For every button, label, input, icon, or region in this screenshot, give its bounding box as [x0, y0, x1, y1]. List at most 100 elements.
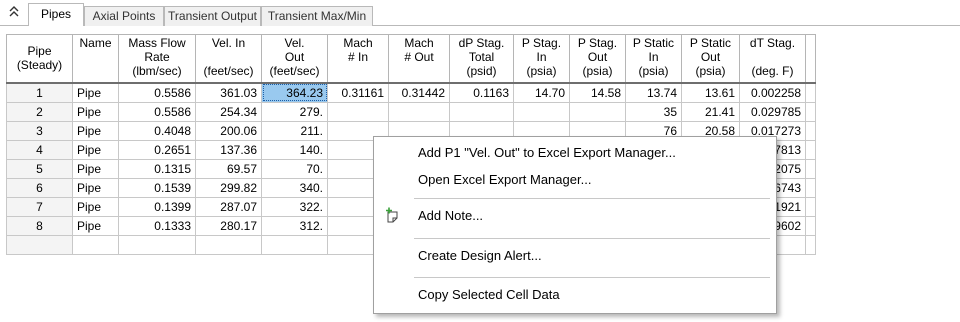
name-cell[interactable]: Pipe	[72, 120, 119, 141]
collapse-icon[interactable]	[6, 4, 22, 22]
row-number-cell[interactable]: 7	[6, 196, 73, 217]
table-cell[interactable]: 0.5586	[118, 82, 196, 103]
name-cell[interactable]: Pipe	[72, 101, 119, 122]
filler-cell	[805, 158, 816, 179]
row-number-cell[interactable]: 5	[6, 158, 73, 179]
column-header[interactable]: Name	[72, 34, 119, 84]
table-cell[interactable]: 70.	[261, 158, 328, 179]
row-number-cell[interactable]: 2	[6, 101, 73, 122]
header-row: Pipe (Steady) Name Mass Flow Rate (lbm/sec…	[6, 34, 816, 84]
table-cell[interactable]: 21.41	[681, 101, 740, 122]
table-cell[interactable]: 140.	[261, 139, 328, 160]
menu-separator	[414, 277, 770, 278]
table-cell[interactable]	[513, 101, 570, 122]
name-cell[interactable]: Pipe	[72, 139, 119, 160]
column-header[interactable]: dT Stag. (deg. F)	[739, 34, 806, 84]
row-number-cell[interactable]: 4	[6, 139, 73, 160]
menu-item-create-design-alert[interactable]: Create Design Alert...	[375, 243, 775, 269]
table-row[interactable]: 1 Pipe 0.5586 361.03 364.23 0.31161 0.31442 0.1…	[6, 82, 816, 103]
row-number-cell[interactable]: 8	[6, 215, 73, 236]
table-cell[interactable]: 287.07	[195, 196, 262, 217]
column-header[interactable]: Mach # In	[327, 34, 389, 84]
name-cell[interactable]: Pipe	[72, 158, 119, 179]
table-cell[interactable]: 361.03	[195, 82, 262, 103]
filler-cell	[805, 82, 816, 103]
row-number-cell[interactable]: 1	[6, 82, 73, 103]
filler-cell	[805, 101, 816, 122]
empty-cell	[195, 234, 262, 255]
table-cell[interactable]: 254.34	[195, 101, 262, 122]
menu-item-add-note[interactable]: Add Note...	[375, 203, 775, 229]
column-header[interactable]: Mach # Out	[388, 34, 450, 84]
column-header[interactable]: P Static In (psia)	[625, 34, 682, 84]
table-cell[interactable]: 69.57	[195, 158, 262, 179]
tab-pipes[interactable]: Pipes	[28, 3, 84, 26]
double-chevron-up-icon	[9, 6, 19, 17]
column-header[interactable]: P Stag. In (psia)	[513, 34, 570, 84]
menu-item-label: Add P1 "Vel. Out" to Excel Export Manage…	[418, 145, 676, 160]
column-header-filler	[805, 34, 816, 84]
table-cell[interactable]	[569, 101, 626, 122]
table-cell[interactable]: 0.31442	[388, 82, 450, 103]
column-header[interactable]: P Stag. Out (psia)	[569, 34, 626, 84]
menu-item-label: Open Excel Export Manager...	[418, 172, 592, 187]
tab-axial-points[interactable]: Axial Points	[84, 6, 164, 26]
table-cell[interactable]: 14.70	[513, 82, 570, 103]
table-cell[interactable]: 0.1539	[118, 177, 196, 198]
tab-transient-max-min[interactable]: Transient Max/Min	[261, 6, 373, 26]
column-header[interactable]: Mass Flow Rate (lbm/sec)	[118, 34, 196, 84]
empty-cell	[118, 234, 196, 255]
column-header[interactable]: Pipe (Steady)	[6, 34, 73, 84]
table-cell[interactable]: 0.5586	[118, 101, 196, 122]
table-cell[interactable]: 299.82	[195, 177, 262, 198]
menu-item-open-excel-export-manager[interactable]: Open Excel Export Manager...	[375, 167, 775, 193]
table-cell[interactable]: 0.002258	[739, 82, 806, 103]
table-cell[interactable]: 211.	[261, 120, 328, 141]
table-cell[interactable]: 280.17	[195, 215, 262, 236]
filler-cell	[805, 215, 816, 236]
column-header[interactable]: Vel. Out (feet/sec)	[261, 34, 328, 84]
table-cell[interactable]: 279.	[261, 101, 328, 122]
table-cell[interactable]: 14.58	[569, 82, 626, 103]
tab-strip: Pipes Axial Points Transient Output Tran…	[0, 0, 960, 26]
table-cell[interactable]: 0.1399	[118, 196, 196, 217]
name-cell[interactable]: Pipe	[72, 177, 119, 198]
table-row[interactable]: 2 Pipe 0.5586 254.34 279. 35 21.41 0.029785	[6, 101, 816, 122]
menu-item-label: Create Design Alert...	[418, 248, 542, 263]
name-cell[interactable]: Pipe	[72, 215, 119, 236]
name-cell[interactable]: Pipe	[72, 82, 119, 103]
empty-cell	[261, 234, 328, 255]
table-cell[interactable]	[388, 101, 450, 122]
table-cell[interactable]: 0.2651	[118, 139, 196, 160]
column-header[interactable]: P Static Out (psia)	[681, 34, 740, 84]
row-number-cell[interactable]: 6	[6, 177, 73, 198]
filler-cell	[805, 177, 816, 198]
column-header[interactable]: Vel. In (feet/sec)	[195, 34, 262, 84]
table-cell[interactable]: 200.06	[195, 120, 262, 141]
table-cell[interactable]: 13.61	[681, 82, 740, 103]
context-menu: Add P1 "Vel. Out" to Excel Export Manage…	[373, 136, 777, 314]
table-cell[interactable]	[327, 101, 389, 122]
table-cell[interactable]: 0.1333	[118, 215, 196, 236]
menu-item-add-to-excel-export[interactable]: Add P1 "Vel. Out" to Excel Export Manage…	[375, 140, 775, 166]
column-header[interactable]: dP Stag. Total (psid)	[449, 34, 514, 84]
table-cell[interactable]: 0.1163	[449, 82, 514, 103]
table-cell[interactable]: 13.74	[625, 82, 682, 103]
name-cell[interactable]: Pipe	[72, 196, 119, 217]
table-cell[interactable]: 364.23	[261, 82, 328, 103]
tab-transient-output[interactable]: Transient Output	[164, 6, 261, 26]
table-cell[interactable]: 340.	[261, 177, 328, 198]
table-cell[interactable]: 312.	[261, 215, 328, 236]
table-cell[interactable]: 137.36	[195, 139, 262, 160]
table-cell[interactable]: 322.	[261, 196, 328, 217]
row-number-cell[interactable]: 3	[6, 120, 73, 141]
empty-cell	[805, 234, 816, 255]
table-cell[interactable]: 0.31161	[327, 82, 389, 103]
table-cell[interactable]: 35	[625, 101, 682, 122]
table-cell[interactable]: 0.029785	[739, 101, 806, 122]
table-cell[interactable]: 0.4048	[118, 120, 196, 141]
table-cell[interactable]: 0.1315	[118, 158, 196, 179]
menu-item-label: Add Note...	[418, 208, 484, 223]
table-cell[interactable]	[449, 101, 514, 122]
menu-item-copy-selected-cell-data[interactable]: Copy Selected Cell Data	[375, 282, 775, 308]
